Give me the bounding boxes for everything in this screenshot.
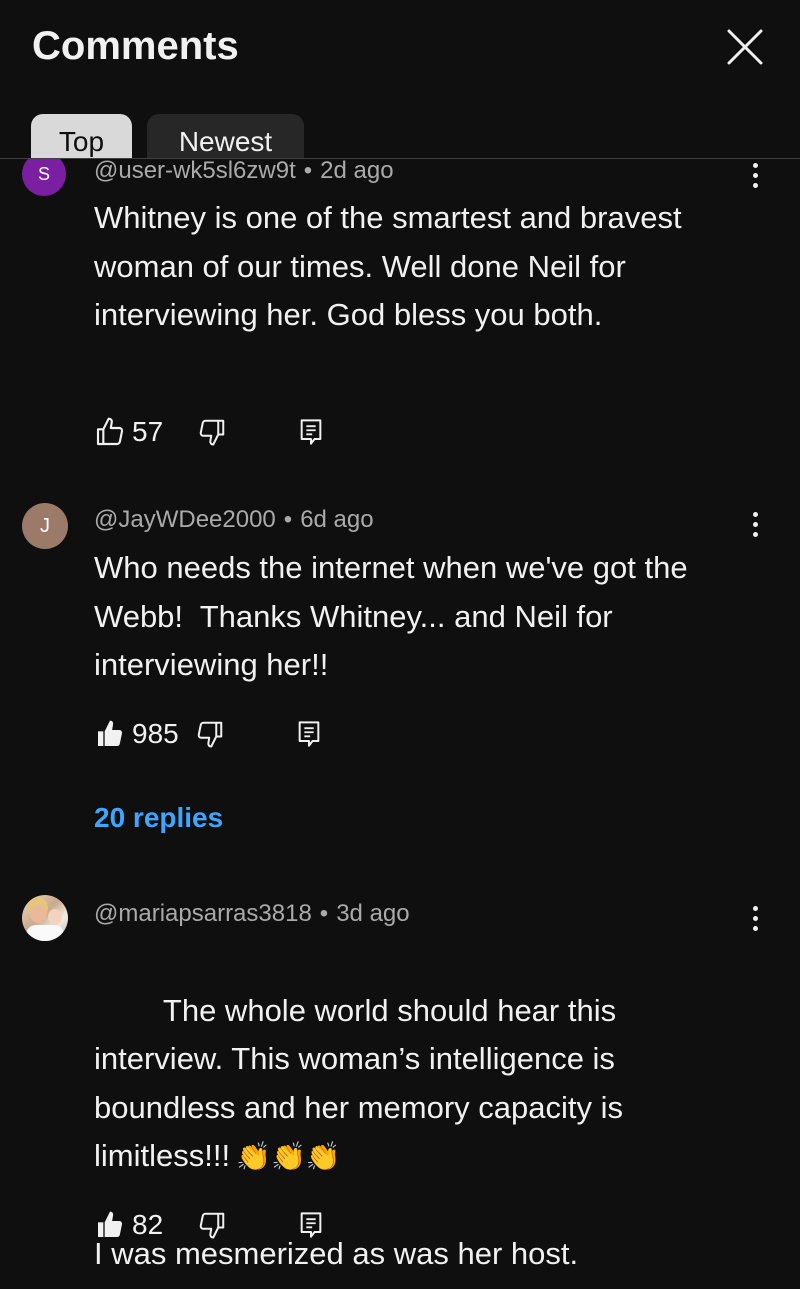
comment-meta: @mariapsarras3818 • 3d ago xyxy=(94,899,410,929)
comment-author[interactable]: @JayWDee2000 xyxy=(94,506,276,533)
thumb-down-icon xyxy=(197,417,227,447)
panel-title: Comments xyxy=(32,24,239,68)
dislike-button[interactable] xyxy=(197,417,227,447)
reply-button[interactable] xyxy=(297,416,325,448)
comment-actions: 985 xyxy=(94,714,323,754)
more-vert-icon[interactable] xyxy=(740,898,770,938)
comment-meta: @JayWDee2000 • 6d ago xyxy=(94,505,374,535)
separator-dot: • xyxy=(319,900,329,927)
comment-actions: 82 xyxy=(94,1205,325,1245)
like-button[interactable]: 57 xyxy=(94,416,163,448)
more-vert-icon[interactable] xyxy=(740,155,770,195)
separator-dot: • xyxy=(283,506,293,533)
avatar[interactable]: J xyxy=(22,503,68,549)
reply-button[interactable] xyxy=(295,718,323,750)
comment-time: 2d ago xyxy=(320,157,394,184)
close-icon[interactable] xyxy=(724,26,766,68)
more-vert-icon[interactable] xyxy=(740,504,770,544)
like-count: 985 xyxy=(132,718,179,749)
reply-icon xyxy=(297,416,325,448)
comment-text-main: The whole world should hear this intervi… xyxy=(94,992,632,1174)
like-button[interactable]: 82 xyxy=(94,1209,163,1241)
separator-dot: • xyxy=(303,157,313,184)
comment-text: Whitney is one of the smartest and brave… xyxy=(94,200,691,332)
reply-icon xyxy=(297,1209,325,1241)
comment-author[interactable]: @user-wk5sl6zw9t xyxy=(94,157,296,184)
comment-text: Who needs the internet when we've got th… xyxy=(94,550,697,682)
dislike-button[interactable] xyxy=(195,719,225,749)
like-button[interactable]: 985 xyxy=(94,718,179,750)
clapping-hands-emoji: 👏👏👏 xyxy=(236,1141,341,1172)
reply-icon xyxy=(295,718,323,750)
comment-actions: 57 xyxy=(94,412,325,452)
comments-panel: S @user-wk5sl6zw9t • 2d ago Whitney is one… xyxy=(0,0,800,1289)
avatar-letter: S xyxy=(37,163,50,184)
comment-time: 3d ago xyxy=(336,900,410,927)
comments-header: Comments Top Newest xyxy=(0,0,800,159)
dislike-button[interactable] xyxy=(197,1210,227,1240)
thumb-down-icon xyxy=(197,1210,227,1240)
thumb-up-icon xyxy=(94,416,126,448)
avatar-letter: J xyxy=(40,514,50,537)
reply-button[interactable] xyxy=(297,1209,325,1241)
like-count: 57 xyxy=(132,416,164,447)
thumb-down-icon xyxy=(195,719,225,749)
comment-meta: @user-wk5sl6zw9t • 2d ago xyxy=(94,156,394,186)
like-count: 82 xyxy=(132,1209,164,1240)
comment-author[interactable]: @mariapsarras3818 xyxy=(94,900,312,927)
view-replies-link[interactable]: 20 replies xyxy=(94,802,223,834)
tab-top[interactable]: Top xyxy=(31,114,132,158)
thumb-up-icon xyxy=(94,718,126,750)
comment-time: 6d ago xyxy=(300,506,374,533)
thumb-up-icon xyxy=(94,1209,126,1241)
tab-newest[interactable]: Newest xyxy=(147,114,304,158)
avatar[interactable] xyxy=(22,895,68,941)
